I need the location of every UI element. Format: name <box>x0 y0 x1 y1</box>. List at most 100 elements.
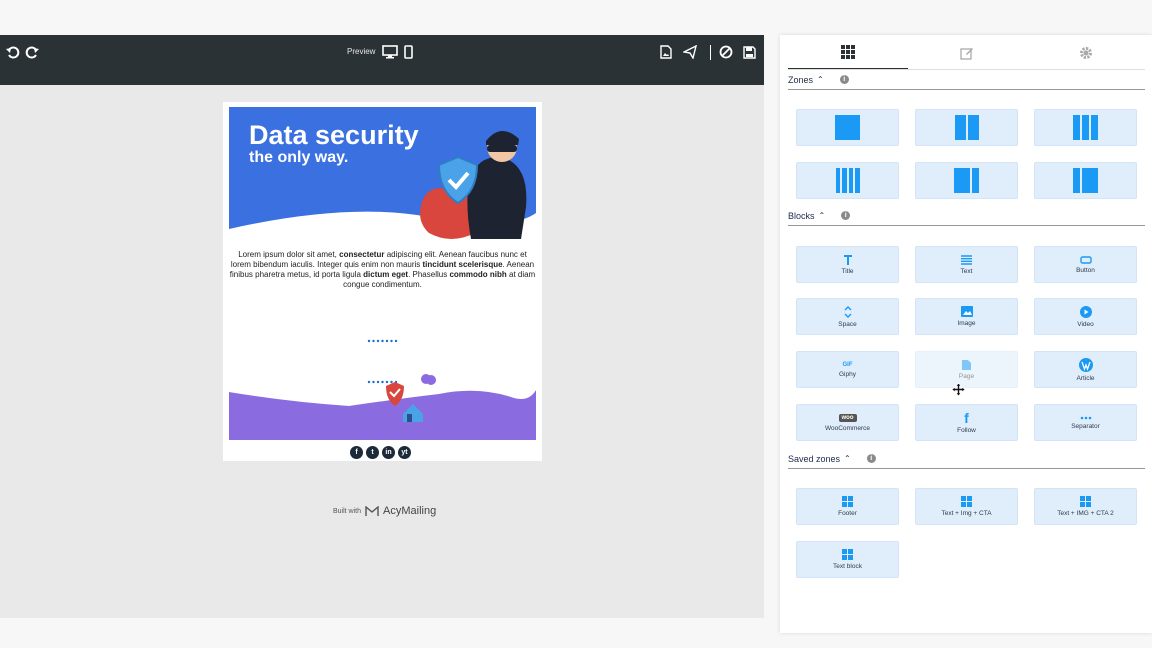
tab-settings[interactable] <box>1026 35 1146 70</box>
zone-2-columns-left-wide[interactable] <box>915 162 1018 199</box>
redo-icon[interactable] <box>24 44 40 60</box>
toolbar-divider <box>710 45 711 60</box>
block-button[interactable]: Button <box>1034 246 1137 283</box>
zone-3-columns[interactable] <box>1034 109 1137 146</box>
space-icon <box>844 305 851 318</box>
saved-zones-header[interactable]: Saved zones ⌃ i <box>788 454 1145 469</box>
footer-illustration <box>229 374 536 440</box>
built-with-footer: Built with AcyMailing <box>333 505 436 517</box>
body-paragraph[interactable]: Lorem ipsum dolor sit amet, consectetur … <box>229 250 536 290</box>
saved-zone-footer[interactable]: Footer <box>796 488 899 525</box>
save-icon[interactable] <box>741 44 757 60</box>
body-bold-text: commodo nibh <box>449 270 507 279</box>
info-icon[interactable]: i <box>839 75 849 84</box>
chevron-up-icon: ⌃ <box>844 454 851 463</box>
block-video[interactable]: Video <box>1034 298 1137 335</box>
separator-icon <box>1080 416 1091 419</box>
undo-icon[interactable] <box>5 44 21 60</box>
cancel-icon[interactable] <box>718 44 734 60</box>
send-icon[interactable] <box>682 44 698 60</box>
saved-zone-label: Text + IMG + CTA 2 <box>1057 510 1114 517</box>
blocks-header[interactable]: Blocks ⌃ i <box>788 211 1145 226</box>
body-bold-text: dictum eget <box>363 270 409 279</box>
design-panel: Zones ⌃ i Blocks ⌃ i Title Text Button Spa… <box>780 35 1152 633</box>
saved-zone-label: Text + Img + CTA <box>941 510 992 517</box>
acymailing-logo-icon <box>365 505 379 516</box>
tab-structure[interactable] <box>788 35 908 70</box>
zone-2-columns-right-wide[interactable] <box>1034 162 1137 199</box>
social-icons: f t in yt <box>350 446 411 459</box>
linkedin-icon[interactable]: in <box>382 446 395 459</box>
block-page[interactable]: Page <box>915 351 1018 388</box>
mobile-icon[interactable] <box>402 44 414 60</box>
block-label: Space <box>838 320 857 328</box>
gif-icon: GIF <box>842 361 853 368</box>
block-label: Video <box>1077 320 1094 328</box>
woo-icon: woo <box>838 413 857 422</box>
saved-zone-text-img-cta-2[interactable]: Text + IMG + CTA 2 <box>1034 488 1137 525</box>
block-label: Page <box>958 372 975 380</box>
block-label: Text <box>960 267 973 275</box>
edit-icon <box>960 47 973 60</box>
layout-icon <box>842 496 853 507</box>
facebook-icon[interactable]: f <box>350 446 363 459</box>
zones-title: Zones <box>788 75 814 85</box>
block-woocommerce[interactable]: woo WooCommerce <box>796 404 899 441</box>
wordpress-icon <box>1078 357 1093 372</box>
desktop-icon[interactable] <box>381 44 399 60</box>
email-canvas[interactable]: Data security the only way. Lorem ipsum … <box>223 102 542 461</box>
acymailing-brand: AcyMailing <box>383 505 437 517</box>
saved-zone-text-block[interactable]: Text block <box>796 541 899 578</box>
layout-icon <box>1080 496 1091 507</box>
block-label: Image <box>957 320 976 327</box>
block-image[interactable]: Image <box>915 298 1018 335</box>
blocks-title: Blocks <box>788 211 815 221</box>
zone-2-columns[interactable] <box>915 109 1018 146</box>
info-icon[interactable]: i <box>866 454 876 463</box>
block-label: Giphy <box>839 370 856 378</box>
email-editor: Preview Data security the only way. Lore… <box>0 35 764 618</box>
block-follow[interactable]: f Follow <box>915 404 1018 441</box>
body-bold-text: consectetur <box>339 250 385 259</box>
block-title[interactable]: Title <box>796 246 899 283</box>
chevron-up-icon: ⌃ <box>818 211 826 220</box>
body-text: . Phasellus <box>408 270 450 279</box>
block-giphy[interactable]: GIF Giphy <box>796 351 899 388</box>
hero-banner[interactable]: Data security the only way. <box>229 107 536 239</box>
layout-icon <box>842 549 853 560</box>
block-label: Article <box>1076 374 1095 382</box>
hacker-illustration <box>229 130 536 239</box>
move-cursor-icon <box>952 383 965 396</box>
separator-dots-1[interactable] <box>367 339 399 343</box>
image-icon[interactable] <box>658 44 674 60</box>
saved-zones-title: Saved zones <box>788 454 841 464</box>
layout-icon <box>961 496 972 507</box>
block-space[interactable]: Space <box>796 298 899 335</box>
info-icon[interactable]: i <box>841 211 851 220</box>
block-text[interactable]: Text <box>915 246 1018 283</box>
saved-zone-label: Footer <box>838 510 857 517</box>
body-text: Lorem ipsum dolor sit amet, <box>238 250 340 259</box>
tab-divider <box>788 69 1145 70</box>
block-article[interactable]: Article <box>1034 351 1137 388</box>
zones-header[interactable]: Zones ⌃ i <box>788 75 1145 90</box>
block-separator[interactable]: Separator <box>1034 404 1137 441</box>
tab-edit[interactable] <box>907 35 1027 70</box>
saved-zone-text-img-cta[interactable]: Text + Img + CTA <box>915 488 1018 525</box>
youtube-icon[interactable]: yt <box>398 446 411 459</box>
gear-icon <box>1080 46 1092 59</box>
preview-label: Preview <box>347 47 376 56</box>
block-label: Separator <box>1071 422 1100 430</box>
built-with-label: Built with <box>333 507 362 515</box>
zone-4-columns[interactable] <box>796 162 899 199</box>
twitter-icon[interactable]: t <box>366 446 379 459</box>
editor-toolbar: Preview <box>0 35 764 85</box>
facebook-icon: f <box>964 409 969 426</box>
text-icon <box>961 254 972 265</box>
block-label: Follow <box>957 426 976 434</box>
page-icon <box>962 359 971 370</box>
play-icon <box>1079 305 1092 318</box>
zone-1-column[interactable] <box>796 109 899 146</box>
chevron-up-icon: ⌃ <box>817 75 824 84</box>
grid-icon <box>841 44 855 59</box>
